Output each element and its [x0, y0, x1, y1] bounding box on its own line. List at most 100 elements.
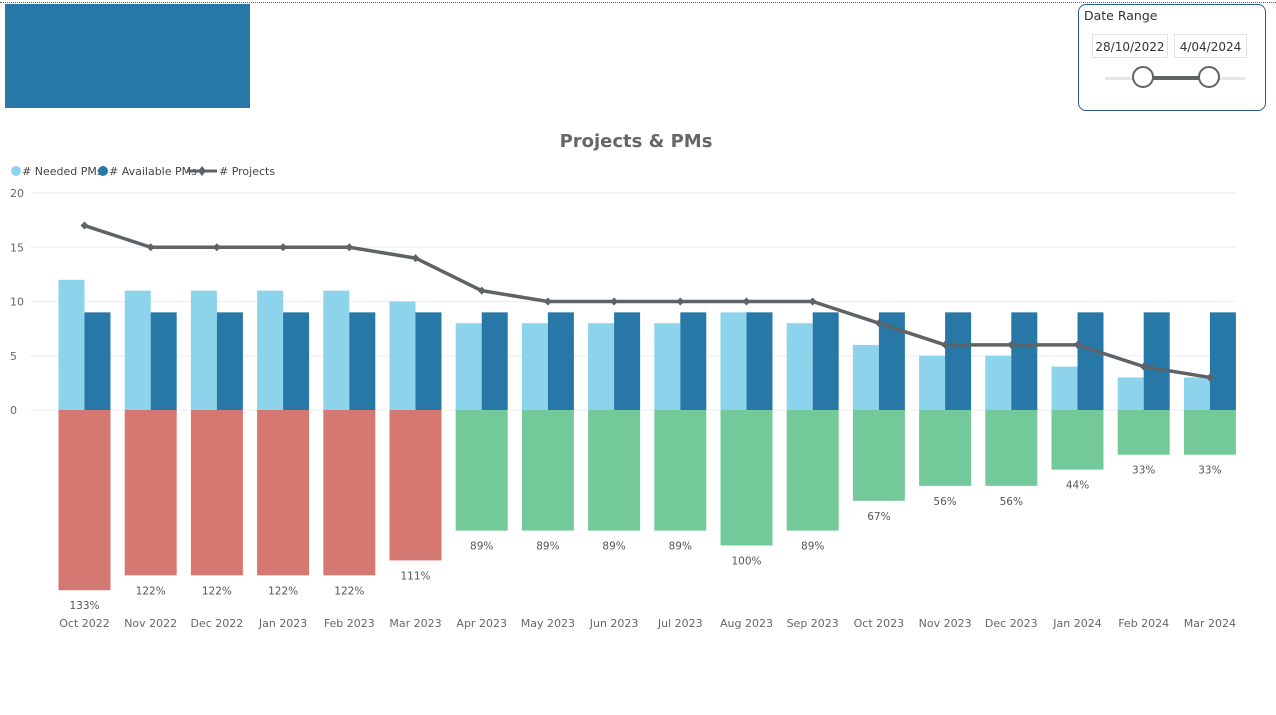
ratio-bar: [455, 410, 508, 531]
ratio-bar: [852, 410, 905, 501]
x-tick-label: Mar 2024: [1184, 617, 1236, 630]
available-pms-bar: [415, 312, 442, 410]
ratio-label: 122%: [268, 585, 298, 597]
needed-pms-bar: [1051, 366, 1078, 410]
ratio-bar: [257, 410, 310, 576]
available-pms-bar: [1209, 312, 1236, 410]
x-tick-label: Nov 2023: [919, 617, 972, 630]
available-pms-bar: [547, 312, 574, 410]
x-tick-label: Feb 2024: [1118, 617, 1169, 630]
ratio-label: 56%: [1000, 496, 1023, 508]
needed-pms-bar: [1117, 377, 1144, 410]
x-tick-label: Mar 2023: [389, 617, 441, 630]
date-range-slicer[interactable]: Date Range 28/10/2022 4/04/2024: [1078, 4, 1266, 111]
projects-point: [610, 297, 619, 306]
needed-pms-bar: [323, 290, 350, 410]
available-pms-bar: [481, 312, 508, 410]
needed-pms-bar: [588, 323, 615, 410]
start-date-input[interactable]: 28/10/2022: [1092, 34, 1168, 58]
x-tick-label: Jun 2023: [589, 617, 639, 630]
available-pms-bar: [1143, 312, 1170, 410]
x-tick-label: Jul 2023: [657, 617, 703, 630]
needed-pms-bar: [919, 355, 946, 410]
x-tick-label: Oct 2022: [59, 617, 110, 630]
needed-pms-bar: [786, 323, 813, 410]
needed-pms-bar: [58, 279, 85, 410]
projects-point: [212, 243, 221, 252]
projects-point: [808, 297, 817, 306]
ratio-label: 122%: [202, 585, 232, 597]
available-pms-bar: [349, 312, 376, 410]
available-pms-bar: [1011, 312, 1038, 410]
projects-point: [742, 297, 751, 306]
ratio-label: 100%: [731, 556, 761, 568]
y-tick-label: 10: [10, 296, 24, 309]
x-tick-label: Feb 2023: [324, 617, 375, 630]
ratio-bar: [1183, 410, 1236, 455]
ratio-label: 67%: [867, 511, 890, 523]
ratio-bar: [985, 410, 1038, 486]
needed-pms-bar: [455, 323, 482, 410]
available-pms-bar: [216, 312, 243, 410]
ratio-bar: [124, 410, 177, 576]
x-tick-label: Jan 2023: [258, 617, 307, 630]
needed-pms-bar: [389, 301, 416, 410]
legend-projects-label: # Projects: [219, 165, 275, 178]
legend-available-label: # Available PMs: [109, 165, 197, 178]
y-tick-label: 0: [10, 404, 17, 417]
ratio-bar: [521, 410, 574, 531]
projects-pms-chart: Projects & PMs # Needed PMs # Available …: [10, 131, 1236, 630]
ratio-bar: [1117, 410, 1170, 455]
x-tick-label: Sep 2023: [787, 617, 839, 630]
x-tick-label: Oct 2023: [854, 617, 905, 630]
ratio-bar: [1051, 410, 1104, 470]
ratio-label: 56%: [933, 496, 956, 508]
x-tick-label: May 2023: [521, 617, 575, 630]
slider-end-handle[interactable]: [1198, 66, 1220, 88]
available-pms-bar: [283, 312, 310, 410]
ratio-label: 89%: [669, 541, 692, 553]
x-axis: Oct 2022 Nov 2022 Dec 2022 Jan 2023 Feb 2023…: [59, 617, 1236, 630]
available-pms-bar: [746, 312, 773, 410]
needed-pms-bar: [720, 312, 747, 410]
blue-card-tile: [5, 4, 250, 108]
projects-point: [345, 243, 354, 252]
needed-pms-bar: [985, 355, 1012, 410]
projects-point: [676, 297, 685, 306]
x-tick-label: Aug 2023: [720, 617, 773, 630]
available-pms-bar: [945, 312, 972, 410]
y-tick-label: 20: [10, 187, 24, 200]
available-pms-bar: [150, 312, 177, 410]
legend-available-marker: [98, 166, 108, 176]
ratio-label: 33%: [1132, 465, 1155, 477]
chart-legend: # Needed PMs # Available PMs # Projects: [11, 165, 275, 178]
legend-needed-marker: [11, 166, 21, 176]
legend-projects-marker: [198, 166, 206, 176]
x-tick-label: Apr 2023: [456, 617, 507, 630]
projects-point: [146, 243, 155, 252]
ratio-label: 89%: [602, 541, 625, 553]
y-tick-label: 5: [10, 350, 17, 363]
ratio-bar: [654, 410, 707, 531]
needed-pms-bar: [257, 290, 284, 410]
ratio-bar: [786, 410, 839, 531]
chart-title: Projects & PMs: [560, 131, 713, 152]
ratio-label: 33%: [1198, 465, 1221, 477]
x-tick-label: Dec 2022: [191, 617, 244, 630]
ratio-label: 122%: [136, 585, 166, 597]
ratio-label: 89%: [801, 541, 824, 553]
available-pms-bar: [812, 312, 839, 410]
ratio-label: 133%: [69, 600, 99, 612]
slider-start-handle[interactable]: [1132, 66, 1154, 88]
needed-pms-bar: [654, 323, 681, 410]
ratio-bar: [323, 410, 376, 576]
ratio-bar: [190, 410, 243, 576]
end-date-input[interactable]: 4/04/2024: [1174, 34, 1247, 58]
available-pms-bar: [1077, 312, 1104, 410]
ratio-bar: [720, 410, 773, 546]
ratio-bar: [588, 410, 641, 531]
needed-pms-bar: [521, 323, 548, 410]
ratio-bars: 133% 122% 122% 122% 122% 111% 89% 89% 89% 89% 100%…: [58, 410, 1236, 612]
ratio-label: 89%: [536, 541, 559, 553]
top-dotted-border: [0, 2, 1276, 3]
